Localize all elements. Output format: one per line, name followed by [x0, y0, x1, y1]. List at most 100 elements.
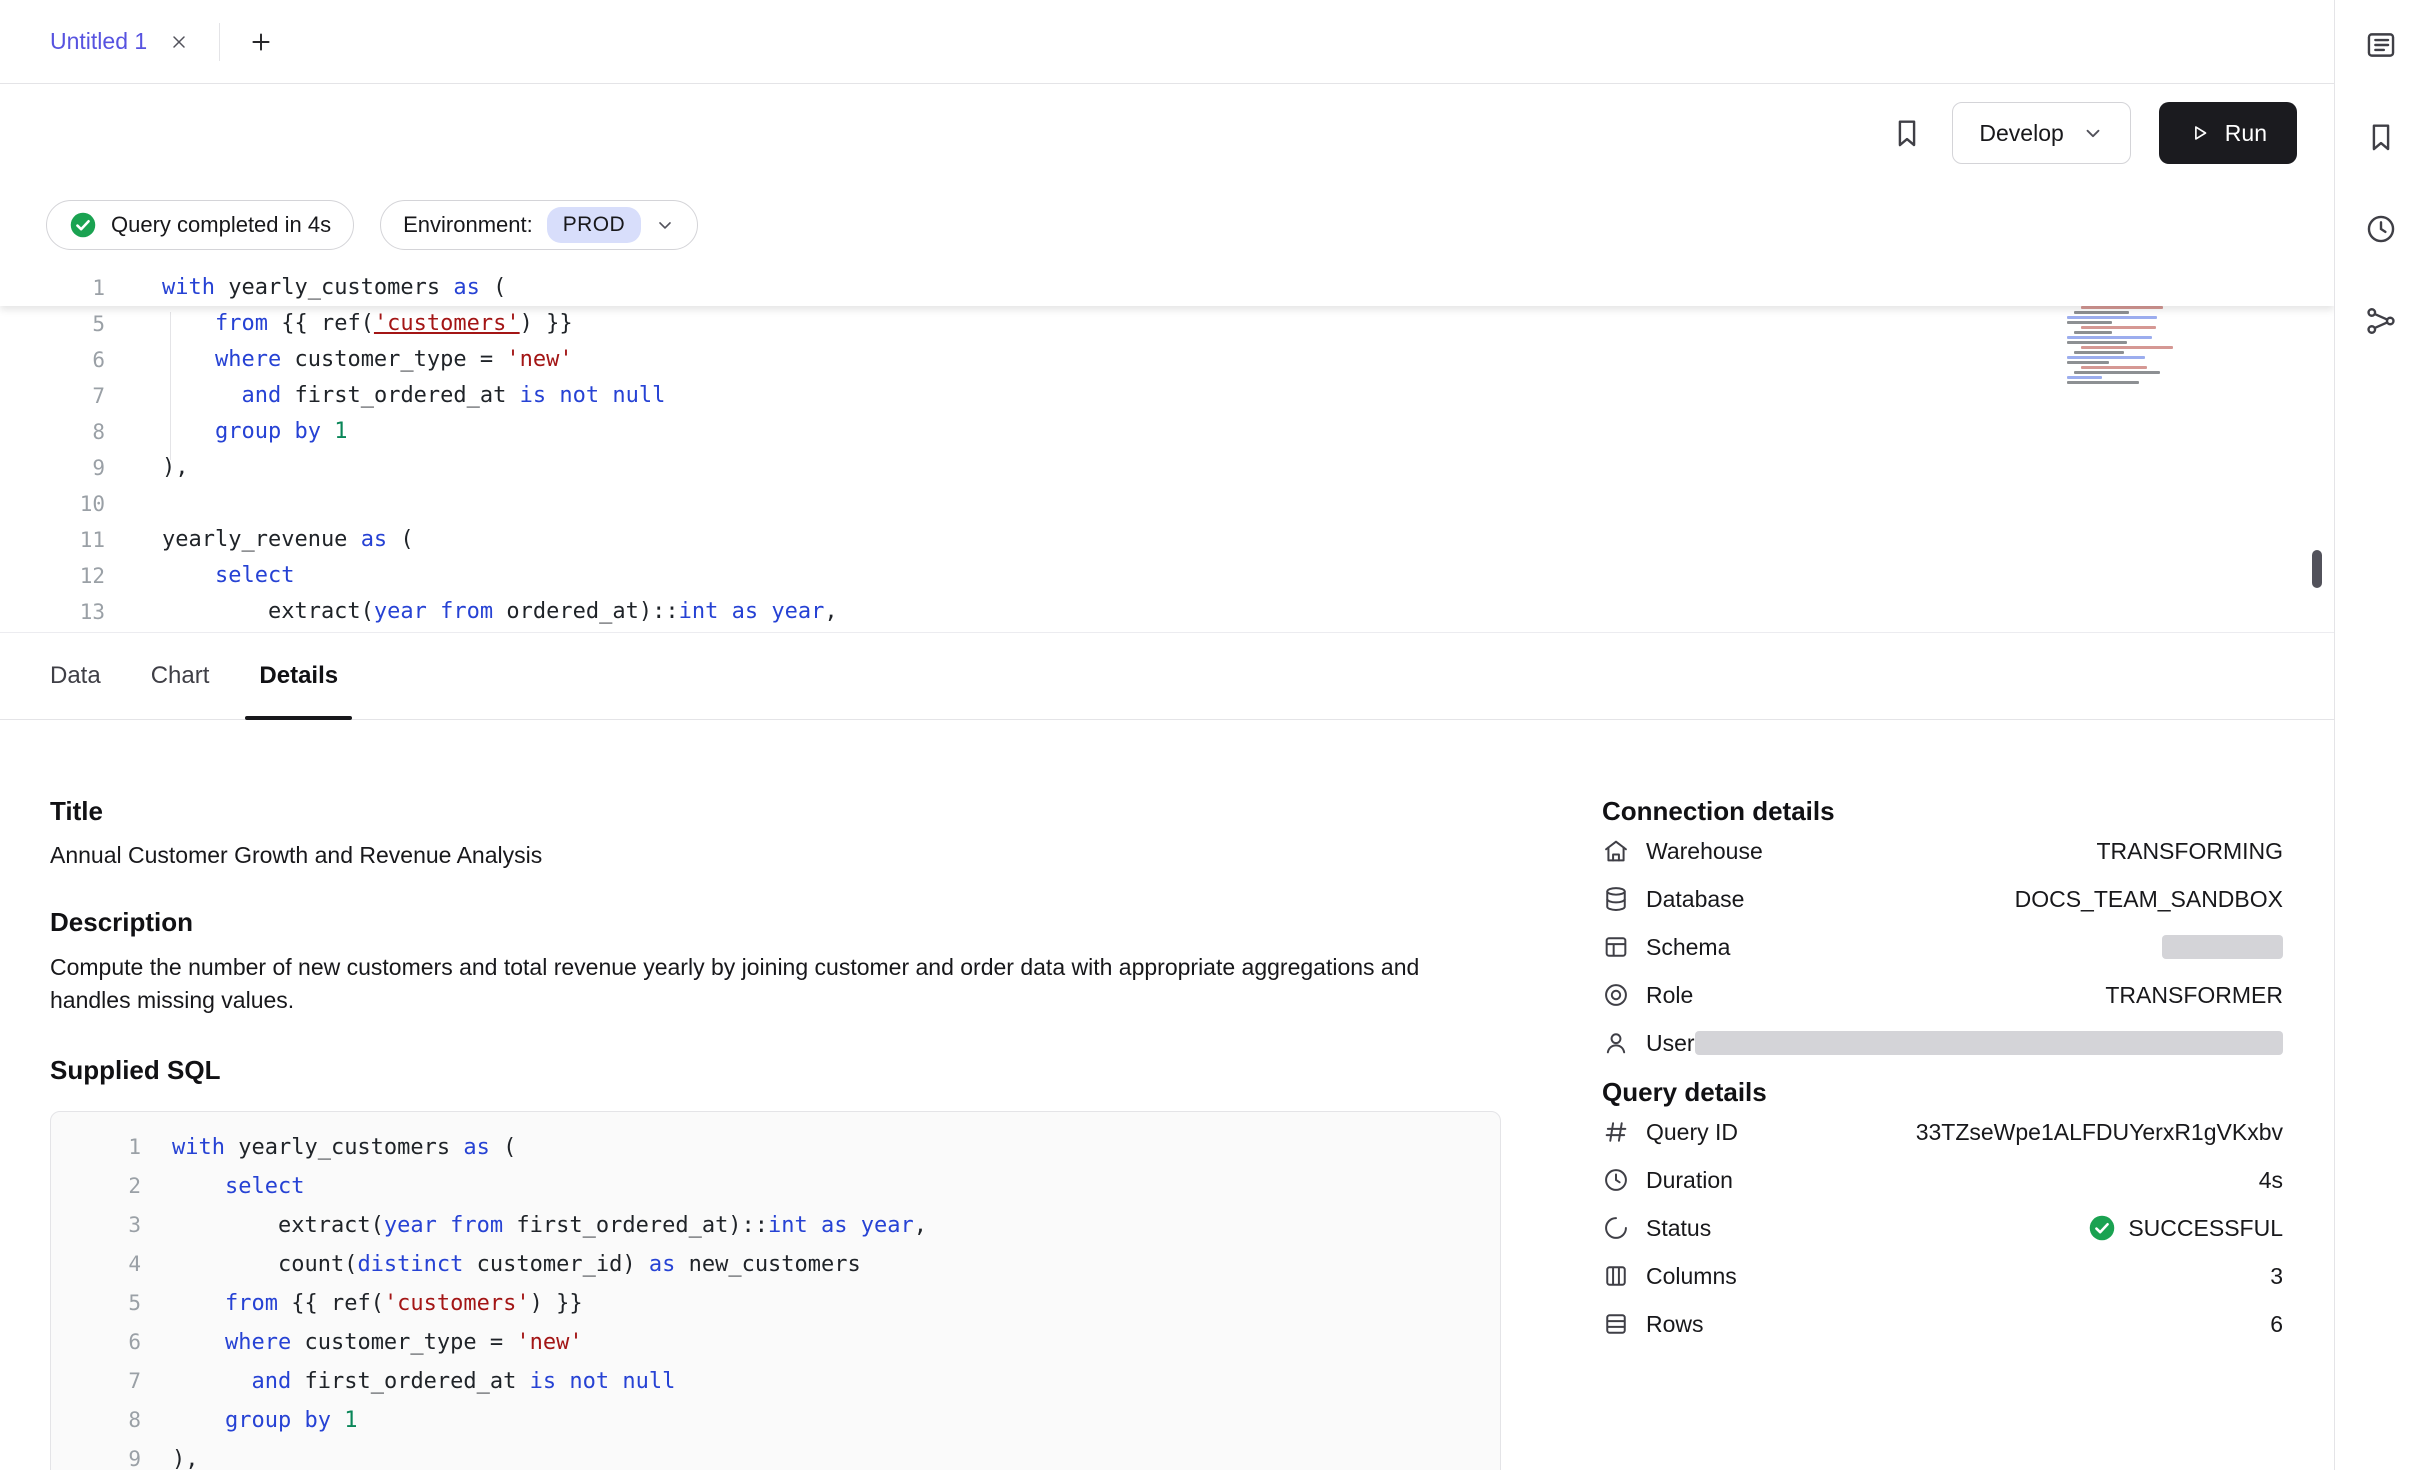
code-line: 9), [0, 450, 2334, 486]
close-tab-icon[interactable] [169, 32, 189, 52]
role-value: TRANSFORMER [2105, 982, 2283, 1009]
lineage-button[interactable] [2364, 304, 2398, 338]
sql-editor[interactable]: 1with yearly_customers as ( 5 from {{ re… [0, 268, 2334, 632]
rows-value: 6 [2270, 1311, 2283, 1338]
environment-selector[interactable]: Environment: PROD [380, 200, 698, 250]
results-tabbar: Data Chart Details [0, 632, 2334, 720]
status-bar: Query completed in 4s Environment: PROD [0, 200, 2334, 250]
query-details-heading: Query details [1602, 1077, 2283, 1108]
tab-untitled-1[interactable]: Untitled 1 [0, 0, 219, 83]
tab-divider [219, 23, 220, 61]
query-list-icon [2364, 28, 2398, 62]
warehouse-value: TRANSFORMING [2096, 838, 2283, 865]
database-icon [1602, 885, 1630, 913]
query-list-button[interactable] [2364, 28, 2398, 62]
code-line: 11yearly_revenue as ( [0, 522, 2334, 558]
lineage-icon [2364, 304, 2398, 338]
role-icon [1602, 981, 1630, 1009]
code-line: 8 group by 1 [51, 1401, 1500, 1440]
code-line: 7 and first_ordered_at is not null [51, 1362, 1500, 1401]
query-row-rows: Rows 6 [1602, 1300, 2283, 1348]
columns-icon [1602, 1262, 1630, 1290]
check-circle-icon [69, 211, 97, 239]
code-line: 1with yearly_customers as ( [51, 1128, 1500, 1167]
code-line: 5 from {{ ref('customers') }} [0, 306, 2334, 342]
tab-details[interactable]: Details [259, 633, 338, 719]
run-button[interactable]: Run [2159, 102, 2297, 164]
clock-icon [1602, 1166, 1630, 1194]
status-text: SUCCESSFUL [2128, 1215, 2283, 1242]
toolbar: Develop Run [0, 84, 2334, 182]
connection-details-heading: Connection details [1602, 796, 2283, 827]
develop-dropdown[interactable]: Develop [1952, 102, 2130, 164]
query-row-columns: Columns 3 [1602, 1252, 2283, 1300]
query-detail-label: Status [1646, 1215, 1711, 1242]
code-line: 13 extract(year from ordered_at)::int as… [0, 594, 2334, 630]
connection-label: Warehouse [1646, 838, 1763, 865]
bookmark-button[interactable] [1890, 116, 1924, 150]
scrollbar-thumb[interactable] [2312, 550, 2322, 588]
sticky-code-line: 1with yearly_customers as ( [0, 268, 2334, 306]
connection-label: Schema [1646, 934, 1730, 961]
status-icon [1602, 1214, 1630, 1242]
editor-lines: 5 from {{ ref('customers') }}6 where cus… [0, 306, 2334, 630]
hash-icon [1602, 1118, 1630, 1146]
query-row-id: Query ID 33TZseWpe1ALFDUYerxR1gVKxbv [1602, 1108, 2283, 1156]
environment-label: Environment: [403, 212, 533, 238]
code-line: 5 from {{ ref('customers') }} [51, 1284, 1500, 1323]
indent-guide [170, 312, 171, 460]
code-line: 12 select [0, 558, 2334, 594]
schema-icon [1602, 933, 1630, 961]
description-value: Compute the number of new customers and … [50, 951, 1430, 1017]
connection-row-user: User [1602, 1019, 2283, 1067]
connection-label: Role [1646, 982, 1693, 1009]
query-row-status: Status SUCCESSFUL [1602, 1204, 2283, 1252]
new-tab-button[interactable] [248, 29, 274, 55]
columns-value: 3 [2270, 1263, 2283, 1290]
supplied-sql-heading: Supplied SQL [50, 1055, 1501, 1086]
title-heading: Title [50, 796, 1501, 827]
supplied-sql-block: 1with yearly_customers as (2 select3 ext… [50, 1111, 1501, 1470]
bookmark-icon [2364, 120, 2398, 154]
user-icon [1602, 1029, 1630, 1057]
tab-chart[interactable]: Chart [151, 633, 210, 719]
tab-data[interactable]: Data [50, 633, 101, 719]
chevron-down-icon [2082, 122, 2104, 144]
code-line: 6 where customer_type = 'new' [51, 1323, 1500, 1362]
history-clock-icon [2364, 212, 2398, 246]
code-line: 10 [0, 486, 2334, 522]
query-detail-label: Columns [1646, 1263, 1737, 1290]
check-circle-icon [2088, 1214, 2116, 1242]
main-area: Untitled 1 Develop Run [0, 0, 2334, 1470]
query-detail-label: Query ID [1646, 1119, 1738, 1146]
code-line: 1with yearly_customers as ( [0, 270, 2334, 306]
history-button[interactable] [2364, 212, 2398, 246]
plus-icon [248, 29, 274, 55]
develop-label: Develop [1979, 120, 2063, 147]
code-line: 2 select [51, 1167, 1500, 1206]
code-line: 9), [51, 1440, 1500, 1470]
code-line: 8 group by 1 [0, 414, 2334, 450]
code-line: 6 where customer_type = 'new' [0, 342, 2334, 378]
bookmarks-button[interactable] [2364, 120, 2398, 154]
query-status-text: Query completed in 4s [111, 212, 331, 238]
connection-row-warehouse: Warehouse TRANSFORMING [1602, 827, 2283, 875]
details-right-column: Connection details Warehouse TRANSFORMIN… [1602, 720, 2283, 1348]
bookmark-icon [1890, 116, 1924, 150]
connection-row-schema: Schema [1602, 923, 2283, 971]
play-icon [2189, 122, 2211, 144]
environment-value-chip: PROD [547, 207, 641, 243]
connection-row-role: Role TRANSFORMER [1602, 971, 2283, 1019]
run-label: Run [2225, 120, 2267, 147]
code-line: 7 and first_ordered_at is not null [0, 378, 2334, 414]
app-root: Untitled 1 Develop Run [0, 0, 2426, 1470]
code-line: 4 count(distinct customer_id) as new_cus… [51, 1245, 1500, 1284]
query-status-pill: Query completed in 4s [46, 200, 354, 250]
query-id-value: 33TZseWpe1ALFDUYerxR1gVKxbv [1916, 1119, 2283, 1146]
query-row-duration: Duration 4s [1602, 1156, 2283, 1204]
database-value: DOCS_TEAM_SANDBOX [2015, 886, 2283, 913]
connection-label: User [1646, 1030, 1695, 1057]
description-heading: Description [50, 907, 1501, 938]
rows-icon [1602, 1310, 1630, 1338]
connection-label: Database [1646, 886, 1744, 913]
